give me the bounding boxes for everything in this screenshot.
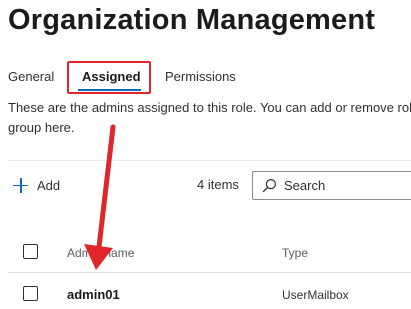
search-box[interactable]: Search [252, 171, 411, 200]
page-title: Organization Management [8, 4, 376, 36]
tab-permissions[interactable]: Permissions [165, 69, 236, 84]
role-description: These are the admins assigned to this ro… [8, 100, 411, 135]
item-count: 4 items [197, 177, 239, 192]
tab-general[interactable]: General [8, 69, 54, 84]
admin-name-cell[interactable]: admin01 [67, 287, 120, 302]
search-placeholder: Search [284, 178, 326, 193]
row-divider [8, 272, 411, 273]
search-icon [262, 178, 277, 193]
plus-icon [12, 177, 29, 194]
divider [8, 160, 411, 161]
column-header-type[interactable]: Type [282, 246, 308, 260]
select-all-checkbox[interactable] [23, 244, 38, 259]
type-cell: UserMailbox [282, 288, 349, 302]
add-button-label: Add [37, 177, 61, 193]
annotation-highlight-box [67, 61, 151, 94]
annotation-arrow [84, 124, 116, 270]
row-checkbox[interactable] [23, 286, 38, 301]
column-header-admin-name[interactable]: Admin name [67, 246, 134, 260]
add-button[interactable]: Add [12, 175, 60, 195]
